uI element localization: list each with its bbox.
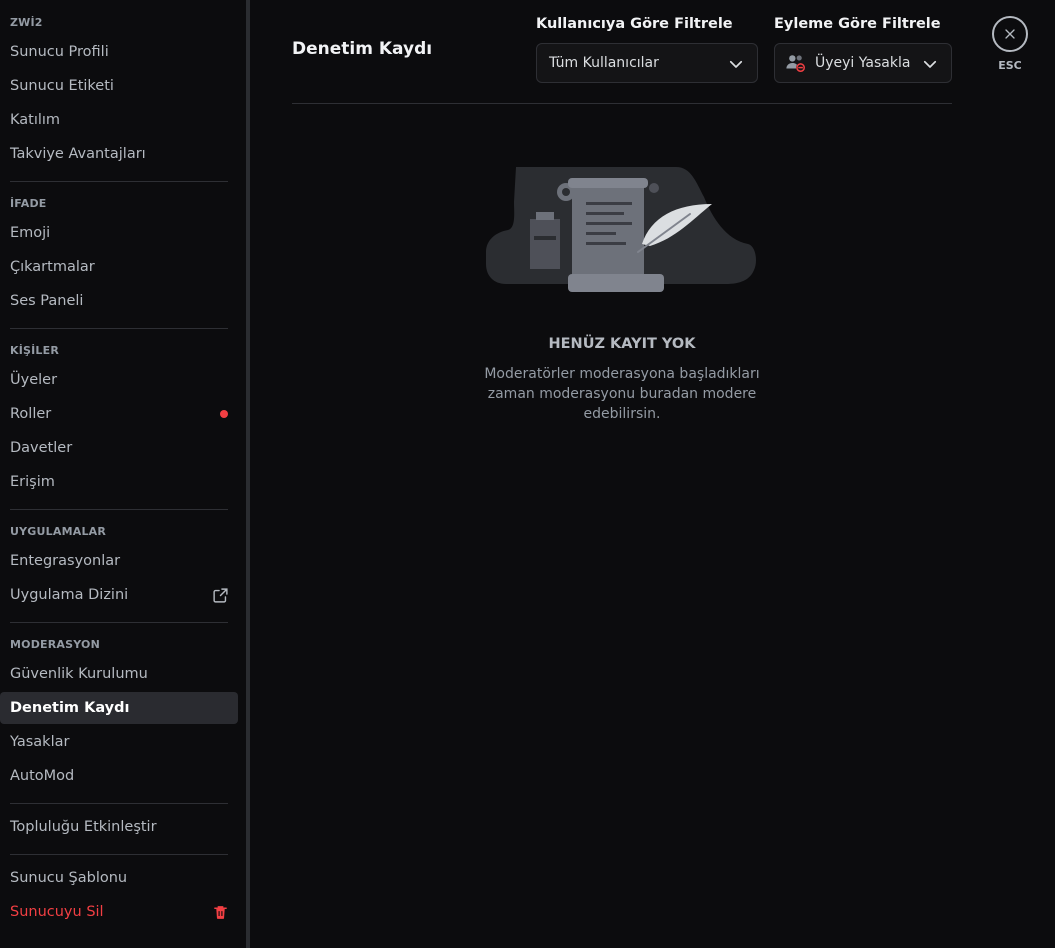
empty-state-line: zaman moderasyonu buradan modere <box>487 386 757 402</box>
sidebar-item-bans[interactable]: Yasaklar <box>0 726 238 758</box>
sidebar-item-integrations[interactable]: Entegrasyonlar <box>0 545 238 577</box>
esc-label: ESC <box>998 59 1022 72</box>
roles-notification-dot <box>220 410 228 418</box>
sidebar-item-engagement[interactable]: Katılım <box>0 104 238 136</box>
sidebar-item-server-template[interactable]: Sunucu Şablonu <box>0 862 238 894</box>
section-header-moderation: MODERASYON <box>10 638 100 651</box>
close-button[interactable] <box>992 16 1028 52</box>
trash-icon <box>214 906 227 919</box>
sidebar-item-soundboard[interactable]: Ses Paneli <box>0 285 238 317</box>
sidebar-item-access[interactable]: Erişim <box>0 466 238 498</box>
sidebar-divider <box>10 854 228 855</box>
sidebar-item-emoji[interactable]: Emoji <box>0 217 238 249</box>
sidebar-item-audit-log[interactable]: Denetim Kaydı <box>0 692 238 724</box>
section-header-server: ZWİ2 <box>10 16 43 29</box>
sidebar-item-automod[interactable]: AutoMod <box>0 760 238 792</box>
section-header-apps: UYGULAMALAR <box>10 525 107 538</box>
action-filter-value: Üyeyi Yasakla <box>815 55 911 71</box>
sidebar-item-roles[interactable]: Roller <box>0 398 238 430</box>
sidebar-item-members[interactable]: Üyeler <box>0 364 238 396</box>
page-title: Denetim Kaydı <box>292 39 433 59</box>
user-filter-label: Kullanıcıya Göre Filtrele <box>536 16 733 32</box>
user-filter-value: Tüm Kullanıcılar <box>549 55 659 71</box>
sidebar-divider <box>10 509 228 510</box>
sidebar-item-safety-setup[interactable]: Güvenlik Kurulumu <box>0 658 238 690</box>
sidebar-divider <box>10 328 228 329</box>
empty-state-line: edebilirsin. <box>583 406 661 422</box>
close-icon <box>1005 29 1015 39</box>
sidebar-divider <box>10 181 228 182</box>
action-filter-select[interactable]: Üyeyi Yasakla <box>774 43 952 83</box>
header-divider <box>292 103 952 104</box>
server-settings: ZWİ2 Sunucu Profili Sunucu Etiketi Katıl… <box>0 0 1055 948</box>
sidebar-divider <box>10 803 228 804</box>
sidebar-item-server-profile[interactable]: Sunucu Profili <box>0 36 238 68</box>
sidebar-item-stickers[interactable]: Çıkartmalar <box>0 251 238 283</box>
sidebar-item-enable-community[interactable]: Topluluğu Etkinleştir <box>0 811 238 843</box>
empty-state-title: HENÜZ KAYIT YOK <box>548 336 696 352</box>
sidebar-item-server-tag[interactable]: Sunucu Etiketi <box>0 70 238 102</box>
sidebar-item-delete-server[interactable]: Sunucuyu Sil <box>0 896 238 928</box>
settings-sidebar: ZWİ2 Sunucu Profili Sunucu Etiketi Katıl… <box>0 0 246 948</box>
ban-member-icon <box>786 55 806 73</box>
action-filter-label: Eyleme Göre Filtrele <box>774 16 941 32</box>
empty-state-description: Moderatörler moderasyona başladıkları za… <box>472 364 772 424</box>
user-filter-select[interactable]: Tüm Kullanıcılar <box>536 43 758 83</box>
section-header-people: KİŞİLER <box>10 344 60 357</box>
empty-state-line: Moderatörler moderasyona başladıkları <box>484 366 760 382</box>
section-header-expression: İFADE <box>10 197 47 210</box>
sidebar-scrollbar[interactable] <box>246 0 250 948</box>
sidebar-item-app-directory[interactable]: Uygulama Dizini <box>0 579 238 611</box>
chevron-down-icon <box>923 60 937 68</box>
sidebar-divider <box>10 622 228 623</box>
external-link-icon <box>213 588 228 603</box>
sidebar-item-invites[interactable]: Davetler <box>0 432 238 464</box>
empty-audit-log-illustration <box>486 167 756 292</box>
chevron-down-icon <box>729 60 743 68</box>
sidebar-item-boost-perks[interactable]: Takviye Avantajları <box>0 138 238 170</box>
